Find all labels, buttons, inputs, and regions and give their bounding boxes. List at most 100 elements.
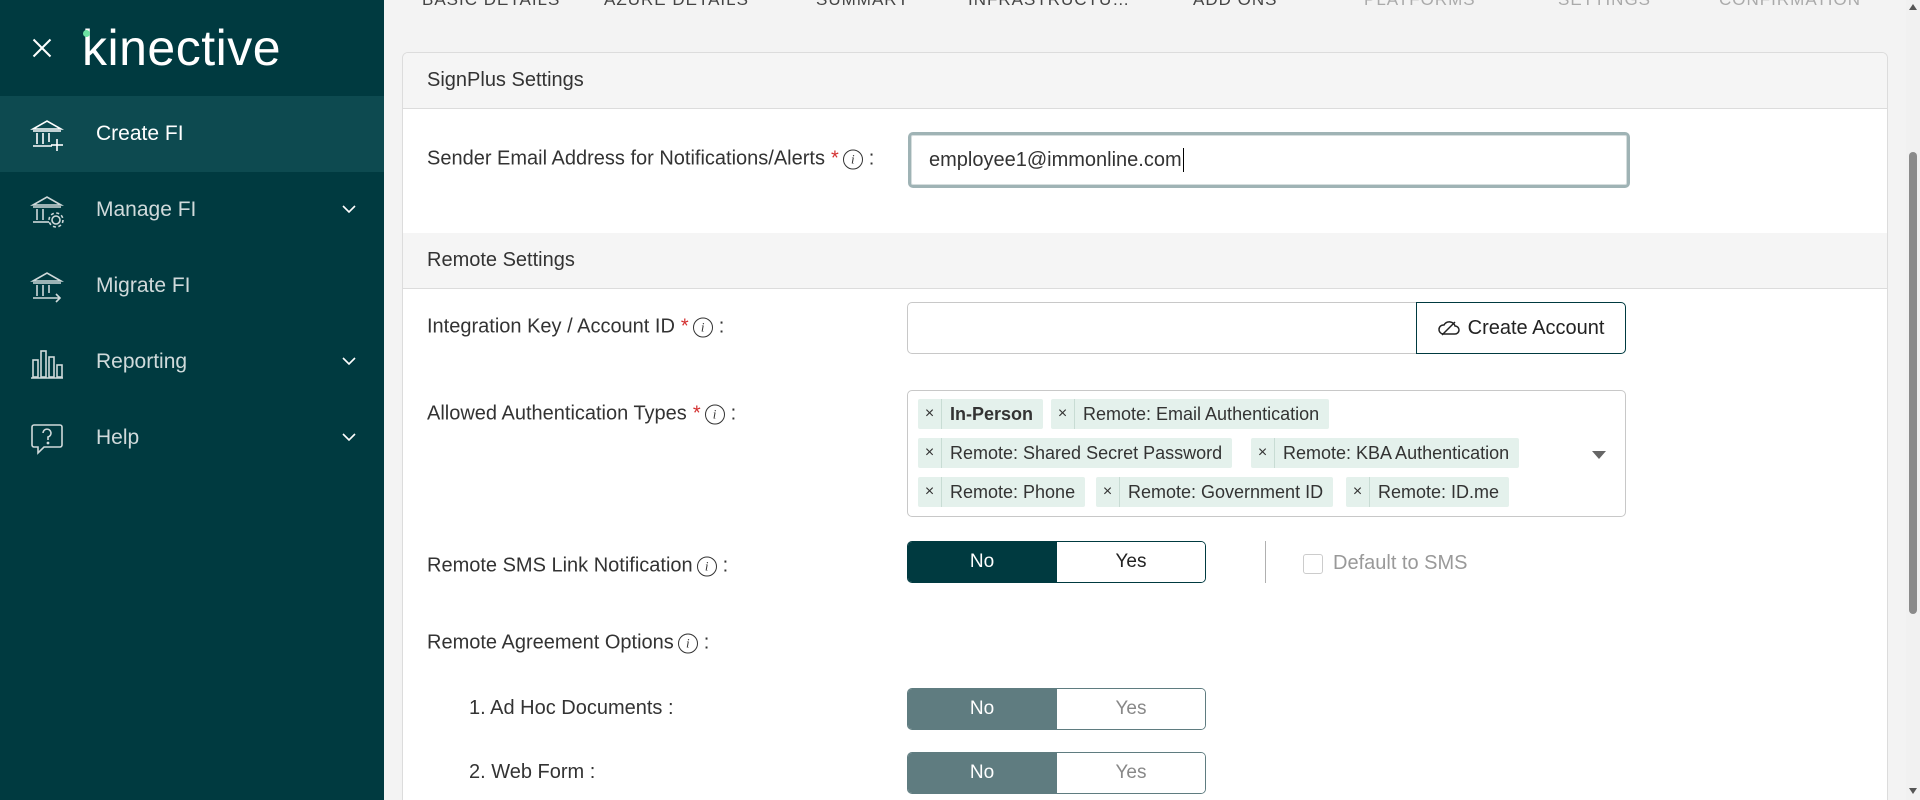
step-settings[interactable]: SETTINGS [1558, 0, 1651, 10]
chip-remote-kba: × Remote: KBA Authentication [1251, 438, 1520, 468]
chip-label: Remote: Government ID [1128, 481, 1324, 502]
required-marker: * [692, 402, 701, 425]
auth-types-multiselect[interactable]: × In-Person × Remote: Email Authentication… [907, 390, 1626, 517]
sidebar-header: kinective [0, 0, 384, 96]
auth-types-label: Allowed Authentication Types * i: [427, 403, 736, 426]
label-colon: : [868, 147, 875, 170]
page-scrollbar[interactable] [1906, 0, 1920, 800]
info-icon[interactable]: i [677, 633, 698, 653]
default-to-sms-checkbox[interactable] [1303, 553, 1323, 574]
sidebar-item-reporting[interactable]: Reporting [0, 324, 384, 400]
logo: kinective [82, 23, 281, 73]
toggle-no-option[interactable]: No [908, 689, 1056, 729]
required-marker: * [830, 147, 839, 170]
default-to-sms-label: Default to SMS [1333, 552, 1468, 574]
create-account-label: Create Account [1467, 316, 1605, 339]
wizard-steps: BASIC DETAILS AZURE DETAILS SUMMARY INFR… [384, 0, 1910, 14]
step-confirmation[interactable]: CONFIRMATION [1719, 0, 1861, 10]
signplus-section-heading: SignPlus Settings [403, 53, 1887, 109]
sidebar-item-label: Help [96, 426, 140, 449]
close-icon[interactable] [30, 36, 54, 60]
scroll-thumb[interactable] [1909, 152, 1917, 614]
step-summary[interactable]: SUMMARY [816, 0, 910, 10]
sender-email-label: Sender Email Address for Notifications/A… [427, 148, 874, 171]
chip-remove-icon[interactable]: × [918, 399, 942, 429]
adhoc-documents-label: 1. Ad Hoc Documents : [469, 697, 674, 719]
step-infrastructure[interactable]: INFRASTRUCTU… [968, 0, 1130, 10]
step-azure-details[interactable]: AZURE DETAILS [604, 0, 749, 10]
info-icon[interactable]: i [704, 404, 725, 424]
chevron-down-icon [342, 357, 356, 366]
sender-email-label-text: Sender Email Address for Notifications/A… [427, 147, 825, 170]
vertical-separator [1265, 541, 1266, 583]
sender-email-input[interactable]: employee1@immonline.com [908, 132, 1630, 188]
web-form-label: 2. Web Form : [469, 761, 596, 783]
chip-label: Remote: Shared Secret Password [950, 442, 1223, 463]
logo-text: kinective [82, 20, 282, 76]
step-basic-details[interactable]: BASIC DETAILS [422, 0, 560, 10]
chip-label: Remote: Phone [950, 481, 1076, 502]
adhoc-documents-toggle: No Yes [907, 688, 1206, 730]
sidebar-item-help[interactable]: Help [0, 400, 384, 476]
chip-label: Remote: KBA Authentication [1283, 442, 1510, 463]
chip-label: Remote: ID.me [1378, 481, 1500, 502]
label-colon: : [722, 554, 729, 577]
chip-remote-shared-secret: × Remote: Shared Secret Password [918, 438, 1233, 468]
bar-chart-icon [31, 350, 63, 379]
toggle-yes-option[interactable]: Yes [1056, 689, 1205, 729]
chip-remove-icon[interactable]: × [918, 477, 942, 507]
label-colon: : [703, 631, 710, 654]
default-to-sms-option: Default to SMS [1303, 552, 1468, 575]
label-colon: : [718, 315, 725, 338]
info-icon[interactable]: i [842, 149, 863, 169]
help-bubble-icon [31, 424, 63, 455]
chip-remote-idme: × Remote: ID.me [1346, 477, 1510, 507]
agreement-options-label-text: Remote Agreement Options [427, 631, 674, 654]
scroll-down-arrow-icon[interactable] [1909, 788, 1917, 794]
bank-arrow-icon [30, 272, 64, 303]
chip-remove-icon[interactable]: × [1096, 477, 1120, 507]
scroll-up-arrow-icon[interactable] [1909, 4, 1917, 10]
sidebar: kinective Create FI Manage FI Migrate FI [0, 0, 384, 800]
sidebar-item-create-fi[interactable]: Create FI [0, 96, 384, 172]
main-content: BASIC DETAILS AZURE DETAILS SUMMARY INFR… [384, 0, 1910, 800]
step-add-ons[interactable]: ADD ONS [1193, 0, 1277, 10]
chip-remove-icon[interactable]: × [918, 438, 942, 468]
chip-remove-icon[interactable]: × [1051, 399, 1075, 429]
chip-in-person: × In-Person [918, 399, 1044, 429]
sms-notification-label: Remote SMS Link Notification i: [427, 555, 728, 578]
info-icon[interactable]: i [692, 317, 713, 337]
dropdown-arrow-icon[interactable] [1592, 451, 1606, 459]
web-form-toggle: No Yes [907, 752, 1206, 794]
create-account-button[interactable]: Create Account [1416, 302, 1626, 354]
auth-types-label-text: Allowed Authentication Types [427, 402, 687, 425]
remote-section-heading: Remote Settings [403, 233, 1887, 289]
remote-heading-text: Remote Settings [427, 249, 575, 271]
bank-add-icon [30, 120, 64, 151]
toggle-yes-option[interactable]: Yes [1056, 753, 1205, 793]
chip-label: Remote: Email Authentication [1083, 403, 1320, 424]
bank-gear-icon [30, 196, 64, 228]
sidebar-item-manage-fi[interactable]: Manage FI [0, 172, 384, 248]
toggle-yes-option[interactable]: Yes [1056, 542, 1205, 582]
sidebar-item-label: Reporting [96, 350, 188, 373]
toggle-no-option[interactable]: No [908, 542, 1056, 582]
chip-remove-icon[interactable]: × [1346, 477, 1370, 507]
chip-label: In-Person [950, 403, 1034, 424]
text-caret [1182, 148, 1184, 172]
sidebar-item-label: Create FI [96, 122, 184, 145]
step-platforms[interactable]: PLATFORMS [1364, 0, 1476, 10]
sidebar-item-label: Migrate FI [96, 274, 191, 297]
chip-remove-icon[interactable]: × [1251, 438, 1275, 468]
sidebar-item-migrate-fi[interactable]: Migrate FI [0, 248, 384, 324]
agreement-options-label: Remote Agreement Options i: [427, 632, 709, 655]
signplus-heading-text: SignPlus Settings [427, 69, 584, 91]
toggle-no-option[interactable]: No [908, 753, 1056, 793]
sms-notification-toggle: No Yes [907, 541, 1206, 583]
integration-key-input[interactable] [907, 302, 1417, 354]
chevron-down-icon [342, 205, 356, 214]
info-icon[interactable]: i [696, 556, 717, 576]
chip-remote-phone: × Remote: Phone [918, 477, 1086, 507]
cloud-slash-icon [1437, 321, 1460, 336]
settings-card: SignPlus Settings Sender Email Address f… [402, 52, 1888, 800]
